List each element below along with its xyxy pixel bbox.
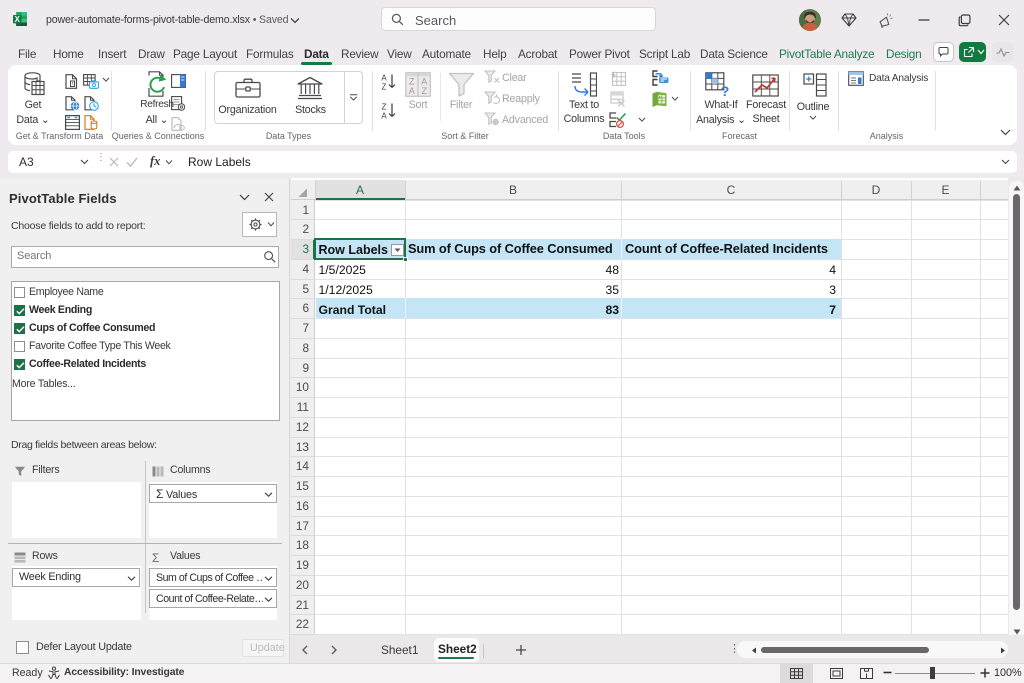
svg-text:A: A (409, 86, 415, 96)
svg-text:Z: Z (382, 82, 387, 90)
svg-text:X: X (15, 15, 21, 24)
svg-text:Z: Z (382, 103, 387, 112)
svg-text:Z: Z (409, 77, 415, 87)
svg-text:?: ? (721, 83, 730, 97)
svg-text:Z: Z (421, 86, 427, 96)
svg-text:A: A (381, 74, 387, 83)
svg-text:A: A (381, 111, 387, 119)
svg-text:A: A (421, 77, 427, 87)
